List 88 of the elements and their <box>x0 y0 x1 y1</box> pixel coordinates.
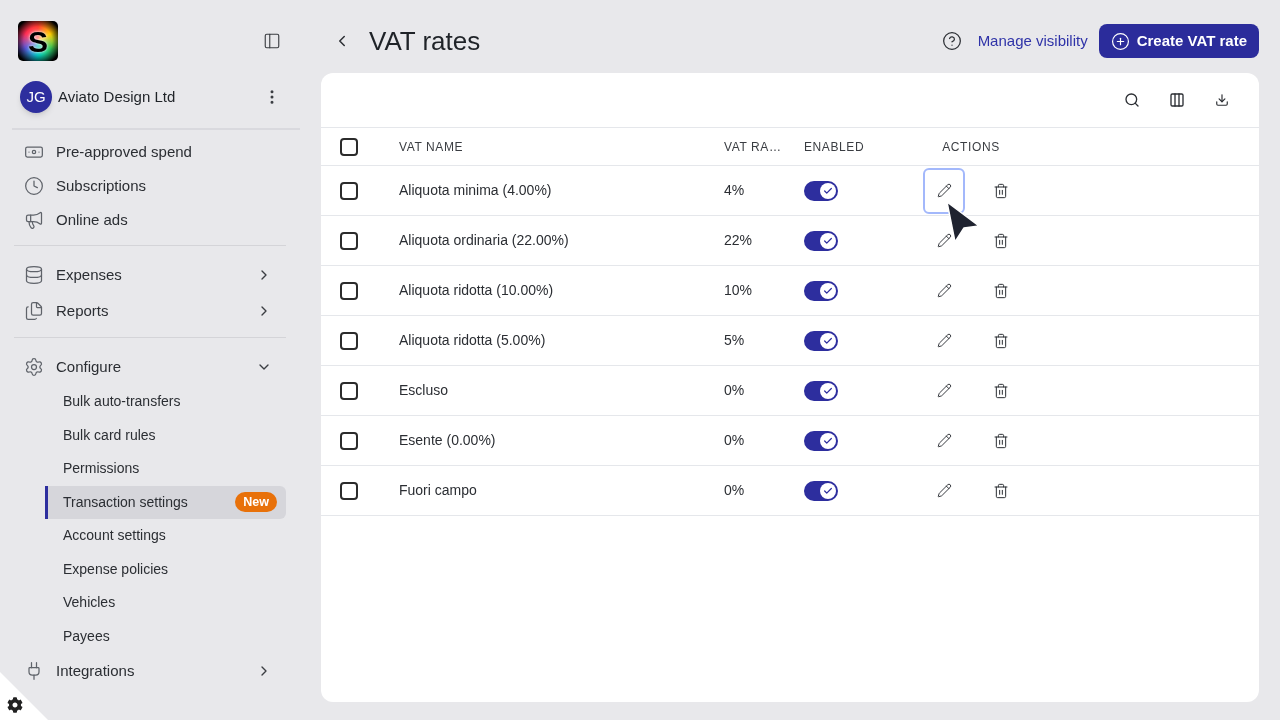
vat-rate: 10% <box>724 282 753 298</box>
column-header: ACTIONS <box>941 138 1001 156</box>
check-icon <box>823 385 833 396</box>
nav-subitem[interactable]: Bulk auto-transfers <box>45 385 286 419</box>
vat-name: Esente (0.00%) <box>399 432 496 448</box>
nav-subitem[interactable]: Vehicles <box>45 586 286 620</box>
help-icon[interactable] <box>941 31 962 51</box>
checkbox[interactable] <box>340 181 358 200</box>
vat-rate: 0% <box>724 482 745 498</box>
pencil-icon <box>936 483 952 498</box>
vat-name: Aliquota ridotta (5.00%) <box>399 332 546 348</box>
vat-rate: 4% <box>724 182 745 198</box>
nav-subitem[interactable]: Permissions <box>45 452 286 486</box>
vat-rate: 22% <box>724 232 753 248</box>
documents-icon <box>24 301 44 321</box>
nav-item[interactable]: Expenses <box>56 263 256 287</box>
new-badge: New <box>235 492 277 513</box>
pencil-icon <box>936 383 952 398</box>
nav-item[interactable]: Reports <box>56 299 256 323</box>
column-header: VAT RA… <box>724 138 783 156</box>
nav-item[interactable]: Pre-approved spend <box>56 140 272 164</box>
toggle-switch[interactable] <box>804 180 838 201</box>
settings-icon <box>24 357 44 377</box>
database-icon <box>24 265 44 285</box>
checkbox[interactable] <box>340 431 358 450</box>
sidebar-toggle-icon[interactable] <box>263 32 281 50</box>
check-icon <box>823 485 833 496</box>
check-icon <box>823 335 833 346</box>
page-title: VAT rates <box>369 24 482 58</box>
search-icon <box>1124 92 1140 108</box>
nav-item[interactable]: Subscriptions <box>56 174 272 198</box>
toggle-switch[interactable] <box>804 430 838 451</box>
nav-subitem[interactable]: Bulk card rules <box>45 418 286 452</box>
pencil-icon <box>936 233 952 248</box>
vat-rate: 5% <box>724 332 745 348</box>
trash-icon <box>993 182 1009 199</box>
pencil-icon <box>936 433 952 448</box>
vat-name: Escluso <box>399 382 449 398</box>
trash-icon <box>993 332 1009 349</box>
toggle-switch[interactable] <box>804 280 838 301</box>
nav-subitem[interactable]: Account settings <box>45 519 286 553</box>
columns-icon <box>1169 92 1185 108</box>
plus-circle-icon <box>1110 31 1130 51</box>
pencil-icon <box>936 333 952 348</box>
check-icon <box>823 235 833 246</box>
nav-subitem[interactable]: Expense policies <box>45 552 286 586</box>
clock-icon <box>24 176 44 196</box>
trash-icon <box>993 382 1009 399</box>
megaphone-icon <box>24 210 44 230</box>
manage-visibility-link[interactable]: Manage visibility <box>977 29 1088 53</box>
toggle-switch[interactable] <box>804 230 838 251</box>
trash-icon <box>993 282 1009 299</box>
trash-icon <box>993 482 1009 499</box>
checkbox[interactable] <box>340 231 358 250</box>
nav-item[interactable]: Online ads <box>56 208 272 232</box>
checkbox[interactable] <box>340 137 358 156</box>
nav-subitem[interactable]: Transaction settings New <box>45 485 286 519</box>
toggle-switch[interactable] <box>804 330 838 351</box>
nav-subitem[interactable]: Payees <box>45 619 286 653</box>
trash-icon <box>993 232 1009 249</box>
toggle-switch[interactable] <box>804 480 838 501</box>
column-header: VAT NAME <box>399 138 465 156</box>
logo: S <box>18 21 58 61</box>
vat-rate: 0% <box>724 382 745 398</box>
vat-name: Aliquota minima (4.00%) <box>399 182 552 198</box>
vat-rate: 0% <box>724 432 745 448</box>
check-icon <box>823 285 833 296</box>
toggle-switch[interactable] <box>804 380 838 401</box>
download-icon <box>1215 93 1229 107</box>
checkbox[interactable] <box>340 481 358 500</box>
pencil-icon <box>936 183 952 198</box>
pencil-icon <box>936 283 952 298</box>
create-button[interactable]: Create VAT rate <box>1098 24 1259 58</box>
vat-name: Fuori campo <box>399 482 477 498</box>
column-header: ENABLED <box>804 138 866 156</box>
avatar: JG <box>20 81 52 113</box>
nav-item[interactable]: Integrations <box>56 659 256 683</box>
check-icon <box>823 435 833 446</box>
settings-icon[interactable] <box>0 672 48 720</box>
checkbox[interactable] <box>340 381 358 400</box>
account-name[interactable]: Aviato Design Ltd <box>58 85 263 109</box>
checkbox[interactable] <box>340 331 358 350</box>
checkbox[interactable] <box>340 281 358 300</box>
nav-item[interactable]: Configure <box>56 355 256 379</box>
vat-name: Aliquota ridotta (10.00%) <box>399 282 554 298</box>
vat-name: Aliquota ordinaria (22.00%) <box>399 232 569 248</box>
trash-icon <box>993 432 1009 449</box>
check-icon <box>823 185 833 196</box>
